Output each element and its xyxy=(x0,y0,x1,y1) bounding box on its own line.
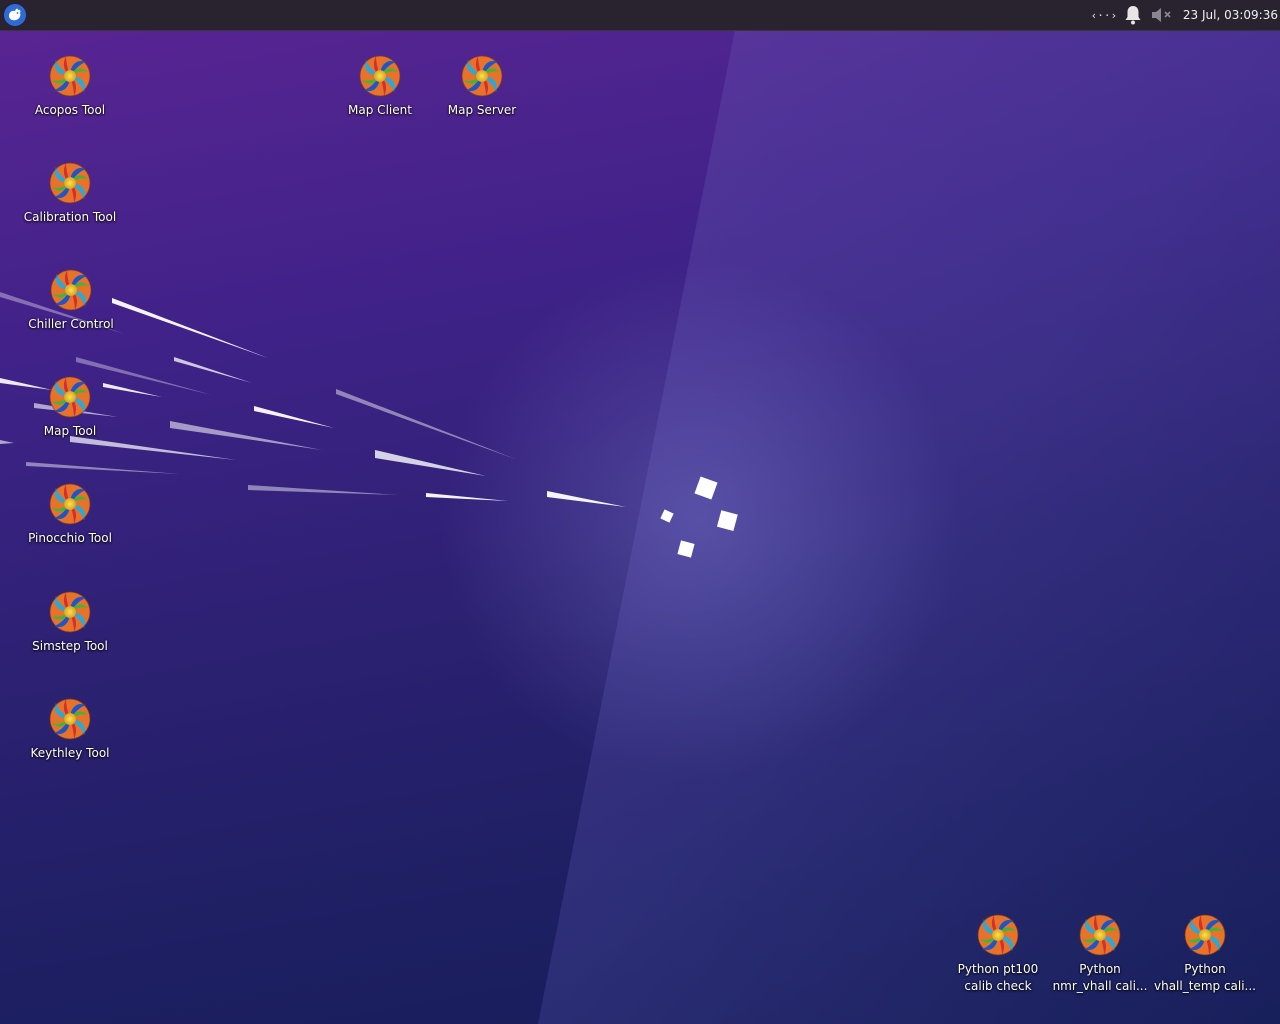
pinwheel-app-icon xyxy=(1078,913,1122,957)
pinwheel-app-icon xyxy=(48,590,92,634)
desktop[interactable]: ‹··› 23 Jul, 03:09:36 Acopos Tool Calibr… xyxy=(0,0,1280,1024)
icon-label-line1: Python xyxy=(1184,962,1226,976)
pinwheel-app-icon xyxy=(48,375,92,419)
pinwheel-app-icon xyxy=(48,482,92,526)
system-tray: ‹··› 23 Jul, 03:09:36 xyxy=(1091,0,1280,30)
desktop-icon-python-pt100-calib-check[interactable]: Python pt100 calib check xyxy=(943,913,1053,995)
icon-label: Pinocchio Tool xyxy=(28,531,112,545)
desktop-icon-pinocchio-tool[interactable]: Pinocchio Tool xyxy=(15,482,125,547)
desktop-icon-map-server[interactable]: Map Server xyxy=(427,54,537,119)
desktop-icon-python-nmr-vhall-cali[interactable]: Python nmr_vhall cali... xyxy=(1045,913,1155,995)
icon-label-line2: nmr_vhall cali... xyxy=(1052,979,1148,993)
volume-button[interactable] xyxy=(1149,0,1177,30)
pinwheel-app-icon xyxy=(1183,913,1227,957)
icon-label: Map Client xyxy=(348,103,412,117)
icon-label-line2: calib check xyxy=(964,979,1032,993)
network-icon: ‹··› xyxy=(1090,8,1118,22)
icon-label-line1: Python xyxy=(1079,962,1121,976)
icon-label: Acopos Tool xyxy=(34,103,106,117)
icon-label: Simstep Tool xyxy=(32,639,108,653)
desktop-icon-acopos-tool[interactable]: Acopos Tool xyxy=(15,54,125,119)
pinwheel-app-icon xyxy=(48,697,92,741)
desktop-icon-python-vhall-temp-cali[interactable]: Python vhall_temp cali... xyxy=(1150,913,1260,995)
clock[interactable]: 23 Jul, 03:09:36 xyxy=(1183,0,1280,30)
network-indicator[interactable]: ‹··› xyxy=(1090,0,1118,30)
icon-label: Map Tool xyxy=(43,424,97,438)
top-panel: ‹··› 23 Jul, 03:09:36 xyxy=(0,0,1280,31)
pinwheel-app-icon xyxy=(358,54,402,98)
desktop-icon-chiller-control[interactable]: Chiller Control xyxy=(16,268,126,333)
clock-text: 23 Jul, 03:09:36 xyxy=(1182,8,1278,22)
bell-icon xyxy=(1125,6,1141,25)
pinwheel-app-icon xyxy=(49,268,93,312)
wallpaper xyxy=(0,0,1280,1024)
desktop-icon-map-client[interactable]: Map Client xyxy=(325,54,435,119)
pinwheel-app-icon xyxy=(48,161,92,205)
volume-muted-icon xyxy=(1151,8,1171,22)
notifications-button[interactable] xyxy=(1121,0,1145,30)
xfce-mouse-icon xyxy=(4,4,26,26)
desktop-icon-map-tool[interactable]: Map Tool xyxy=(15,375,125,440)
icon-label: Calibration Tool xyxy=(23,210,117,224)
desktop-icon-simstep-tool[interactable]: Simstep Tool xyxy=(15,590,125,655)
icon-label: Keythley Tool xyxy=(30,746,110,760)
desktop-icon-calibration-tool[interactable]: Calibration Tool xyxy=(15,161,125,226)
icon-label: Chiller Control xyxy=(28,317,114,331)
desktop-icon-keythley-tool[interactable]: Keythley Tool xyxy=(15,697,125,762)
pinwheel-app-icon xyxy=(976,913,1020,957)
icon-label-line1: Python pt100 xyxy=(957,962,1039,976)
pinwheel-app-icon xyxy=(48,54,92,98)
icon-label-line2: vhall_temp cali... xyxy=(1154,979,1256,993)
icon-label: Map Server xyxy=(447,103,517,117)
applications-menu-button[interactable] xyxy=(2,2,28,28)
pinwheel-app-icon xyxy=(460,54,504,98)
